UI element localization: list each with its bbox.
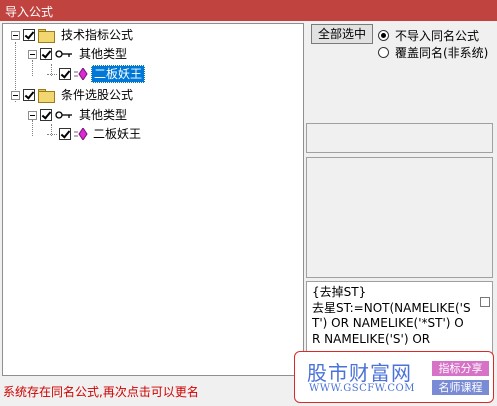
watermark-url: WWW.GSCFW.COM (309, 383, 415, 394)
info-panel (306, 123, 493, 153)
description-panel (306, 157, 493, 278)
formula-icon (74, 67, 88, 81)
formula-icon (74, 127, 88, 141)
tree-item-label[interactable]: 二板妖王 (91, 65, 146, 83)
tree-item-other-types[interactable]: 其他类型 (28, 106, 129, 124)
tree-item-checkbox[interactable] (40, 48, 52, 60)
tree-item-formula[interactable]: 二板妖王 (47, 65, 146, 83)
radio-button[interactable] (378, 30, 389, 41)
tree-item-label[interactable]: 其他类型 (77, 107, 129, 123)
title-bar: 导入公式 (0, 0, 497, 21)
watermark-brand: 股市财富网 (307, 361, 412, 385)
tree-connector (47, 73, 57, 75)
tree-item-label[interactable]: 条件选股公式 (59, 87, 135, 103)
collapse-icon[interactable] (11, 30, 20, 40)
select-all-button[interactable]: 全部选中 (311, 24, 373, 44)
collapse-icon[interactable] (28, 49, 37, 59)
tree-item-label[interactable]: 其他类型 (77, 46, 129, 62)
tree-item-label[interactable]: 技术指标公式 (59, 27, 135, 43)
radio-label: 不导入同名公式 (395, 29, 480, 43)
status-message: 系统存在同名公式,再次点击可以更名 (3, 385, 199, 399)
tree-item-checkbox[interactable] (40, 109, 52, 121)
key-icon (55, 109, 73, 121)
folder-icon (38, 29, 55, 43)
watermark-badge: 指标分享 (432, 361, 489, 376)
formula-code-text: {去掉ST} 去星ST:=NOT(NAMELIKE('ST') OR NAMEL… (312, 285, 471, 346)
radio-label: 覆盖同名(非系统) (395, 46, 489, 60)
folder-icon (38, 89, 55, 103)
tree-item-other-types[interactable]: 其他类型 (28, 45, 129, 63)
tree-item-label[interactable]: 二板妖王 (91, 126, 143, 142)
tree-item-checkbox[interactable] (59, 128, 71, 140)
radio-overwrite-duplicates[interactable]: 覆盖同名(非系统) (378, 44, 488, 61)
tree-item-checkbox[interactable] (23, 29, 35, 41)
watermark-badge: 名师课程 (432, 380, 489, 395)
radio-skip-duplicates[interactable]: 不导入同名公式 (378, 27, 479, 44)
formula-tree[interactable]: 技术指标公式 其他类型 二板妖王 条件选股公式 其他类型 二板妖王 (2, 23, 304, 376)
tree-item-checkbox[interactable] (59, 68, 71, 80)
tree-item-tech-indicators[interactable]: 技术指标公式 (11, 26, 135, 44)
tree-item-stock-selection[interactable]: 条件选股公式 (11, 86, 135, 104)
tree-item-formula[interactable]: 二板妖王 (47, 125, 143, 143)
tree-connector (47, 133, 57, 135)
watermark-logo: 股市财富网 WWW.GSCFW.COM 指标分享 名师课程 (294, 351, 494, 403)
collapse-icon[interactable] (28, 110, 37, 120)
collapse-icon[interactable] (11, 90, 20, 100)
window-title: 导入公式 (5, 5, 54, 19)
key-icon (55, 48, 73, 60)
code-checkbox[interactable] (480, 297, 490, 307)
radio-button[interactable] (378, 47, 389, 58)
tree-item-checkbox[interactable] (23, 89, 35, 101)
